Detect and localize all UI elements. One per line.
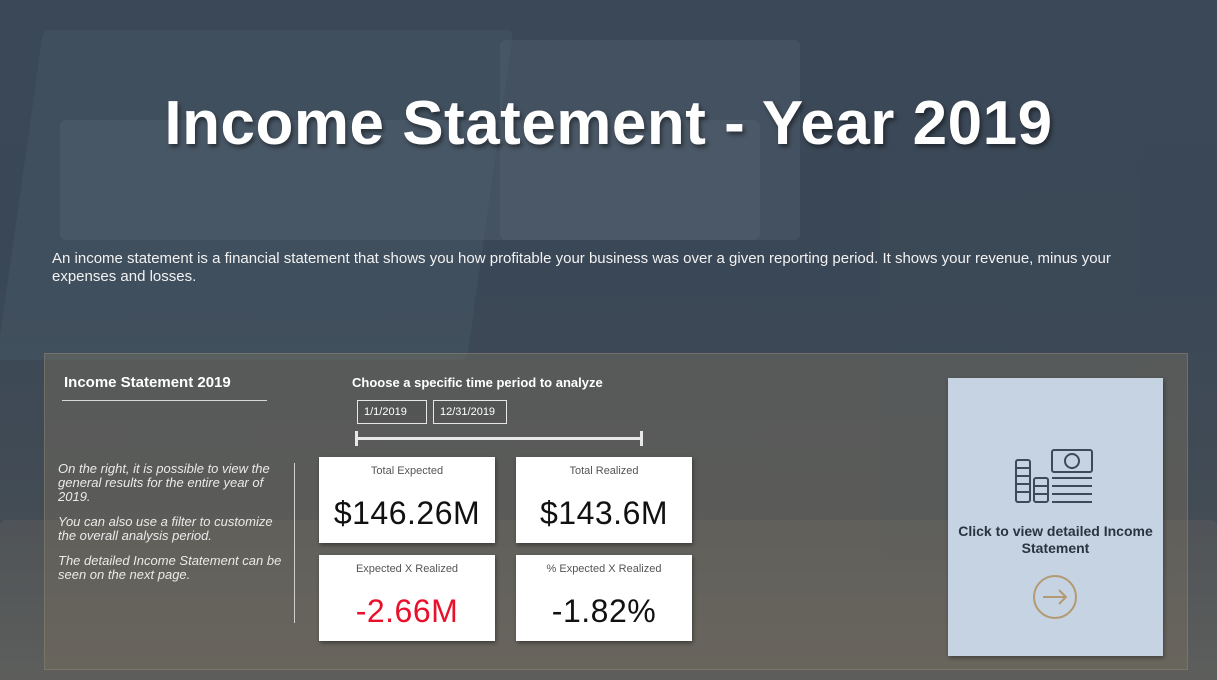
end-date-input[interactable]: 12/31/2019: [433, 400, 507, 424]
kpi-label: Total Expected: [370, 465, 444, 477]
slider-start-handle[interactable]: [355, 431, 358, 446]
kpi-value: -2.66M: [355, 593, 459, 629]
kpi-card-total-expected: Total Expected $146.26M: [319, 457, 495, 543]
nav-card-label: Click to view detailed Income Statement: [958, 523, 1153, 556]
kpi-value: -1.82%: [551, 593, 657, 629]
kpi-value: $146.26M: [333, 495, 481, 531]
kpi-card-expected-x-realized: Expected X Realized -2.66M: [319, 555, 495, 641]
date-filter-label: Choose a specific time period to analyze: [352, 375, 603, 390]
kpi-card-pct-expected-x-realized: % Expected X Realized -1.82%: [516, 555, 692, 641]
view-detailed-income-statement-button[interactable]: Click to view detailed Income Statement: [948, 378, 1163, 656]
page-description: An income statement is a financial state…: [52, 250, 1111, 285]
slider-end-handle[interactable]: [640, 431, 643, 446]
kpi-label: Total Realized: [569, 465, 639, 477]
kpi-label: Expected X Realized: [355, 563, 459, 575]
kpi-label: % Expected X Realized: [546, 563, 662, 575]
money-stack-icon: [1015, 449, 1093, 503]
kpi-value: $143.6M: [539, 495, 669, 531]
page-title: Income Statement - Year 2019: [164, 89, 1053, 158]
start-date-input[interactable]: 1/1/2019: [357, 400, 427, 424]
note-paragraph: The detailed Income Statement can be see…: [58, 553, 282, 582]
arrow-right-circle-icon[interactable]: [1032, 574, 1078, 620]
note-paragraph: On the right, it is possible to view the…: [58, 461, 270, 504]
divider: [294, 463, 295, 623]
panel-title: Income Statement 2019: [64, 374, 231, 391]
note-paragraph: You can also use a filter to customize t…: [58, 514, 273, 543]
title-underline: [62, 400, 267, 401]
kpi-card-total-realized: Total Realized $143.6M: [516, 457, 692, 543]
date-range-slider[interactable]: [356, 437, 642, 440]
notes-text: On the right, it is possible to view the…: [58, 462, 290, 593]
